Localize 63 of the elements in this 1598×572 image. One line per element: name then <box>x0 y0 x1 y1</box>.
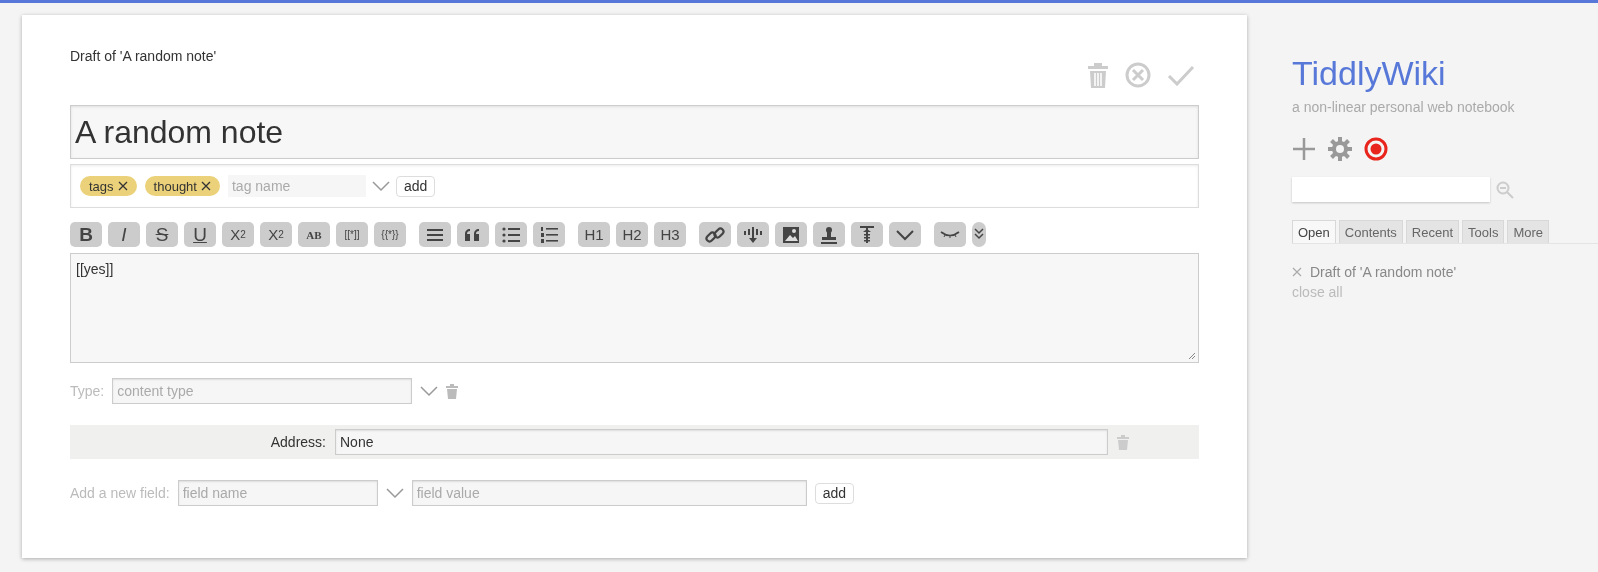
format-button[interactable]: {{*}} <box>374 222 406 247</box>
toolbar-button[interactable] <box>457 222 489 247</box>
search-field[interactable] <box>1292 177 1490 202</box>
image-icon <box>781 224 801 245</box>
body-text-area[interactable]: [[yes]] <box>70 253 1199 363</box>
toolbar-button[interactable] <box>495 222 527 247</box>
dropdown-icon[interactable] <box>420 385 439 397</box>
close-icon[interactable] <box>117 181 128 191</box>
site-title[interactable]: TiddlyWiki <box>1292 54 1446 93</box>
content-type-field[interactable]: content type <box>112 378 413 404</box>
toolbar-button[interactable] <box>533 222 565 247</box>
format-button[interactable]: H1 <box>578 222 610 247</box>
add-field-button[interactable]: add <box>814 482 854 504</box>
toolbar-button[interactable] <box>419 222 451 247</box>
toolbar-button[interactable] <box>775 222 807 247</box>
field-value-field[interactable]: field value <box>411 480 807 506</box>
closed-eye-icon <box>940 230 960 239</box>
type-label: Type: <box>70 383 105 399</box>
add-tag-button[interactable]: add <box>395 175 436 197</box>
format-button[interactable]: S <box>146 222 178 247</box>
format-button[interactable]: H3 <box>654 222 686 247</box>
close-icon[interactable] <box>200 181 211 191</box>
toolbar-button[interactable] <box>889 222 921 247</box>
tag-pill[interactable]: thought <box>144 176 220 196</box>
sidebar-tab[interactable]: More <box>1507 220 1550 243</box>
toolbar-button[interactable] <box>972 222 986 247</box>
plus-icon[interactable] <box>1292 137 1316 161</box>
stamp-icon <box>819 224 839 245</box>
draft-heading: Draft of 'A random note' <box>70 48 217 64</box>
dropdown-icon[interactable] <box>371 180 390 192</box>
toolbar-button[interactable] <box>934 222 966 247</box>
link-icon <box>705 224 725 245</box>
format-button[interactable]: X$^{2}$ <box>222 222 254 247</box>
field-name-field[interactable]: field name <box>177 480 378 506</box>
toolbar-button[interactable] <box>851 222 883 247</box>
resize-handle-icon[interactable] <box>1188 352 1196 360</box>
format-button[interactable]: AB <box>298 222 330 247</box>
format-button[interactable]: U <box>184 222 216 247</box>
toolbar-button[interactable] <box>737 222 769 247</box>
new-field-label: Add a new field: <box>70 485 170 501</box>
format-button[interactable]: I <box>108 222 140 247</box>
format-button[interactable]: B <box>70 222 102 247</box>
toolbar-button[interactable] <box>813 222 845 247</box>
site-subtitle: a non-linear personal web notebook <box>1292 99 1515 115</box>
sidebar-tab[interactable]: Recent <box>1405 220 1460 243</box>
dropdown-icon[interactable] <box>385 487 404 499</box>
numbered-list-icon <box>539 224 559 245</box>
settings-icon[interactable] <box>1328 137 1352 161</box>
title-field[interactable]: A random note <box>70 105 1199 159</box>
tag-pill[interactable]: tags <box>80 176 137 196</box>
excise-icon <box>857 224 877 245</box>
format-button[interactable]: [[*]] <box>336 222 368 247</box>
tag-name-field[interactable]: tag name <box>227 175 366 197</box>
toolbar-button[interactable] <box>699 222 731 247</box>
sidebar-tab[interactable]: Open <box>1292 220 1336 243</box>
open-tiddler-link[interactable]: Draft of 'A random note' <box>1310 264 1457 280</box>
sidebar-tab[interactable]: Contents <box>1338 220 1403 243</box>
arrows-icon <box>743 224 763 245</box>
format-button[interactable]: H2 <box>616 222 648 247</box>
record-icon[interactable] <box>1364 137 1388 161</box>
sidebar-tab[interactable]: Tools <box>1462 220 1505 243</box>
field-label: Address: <box>269 434 326 450</box>
field-value-field[interactable]: None <box>335 429 1108 455</box>
